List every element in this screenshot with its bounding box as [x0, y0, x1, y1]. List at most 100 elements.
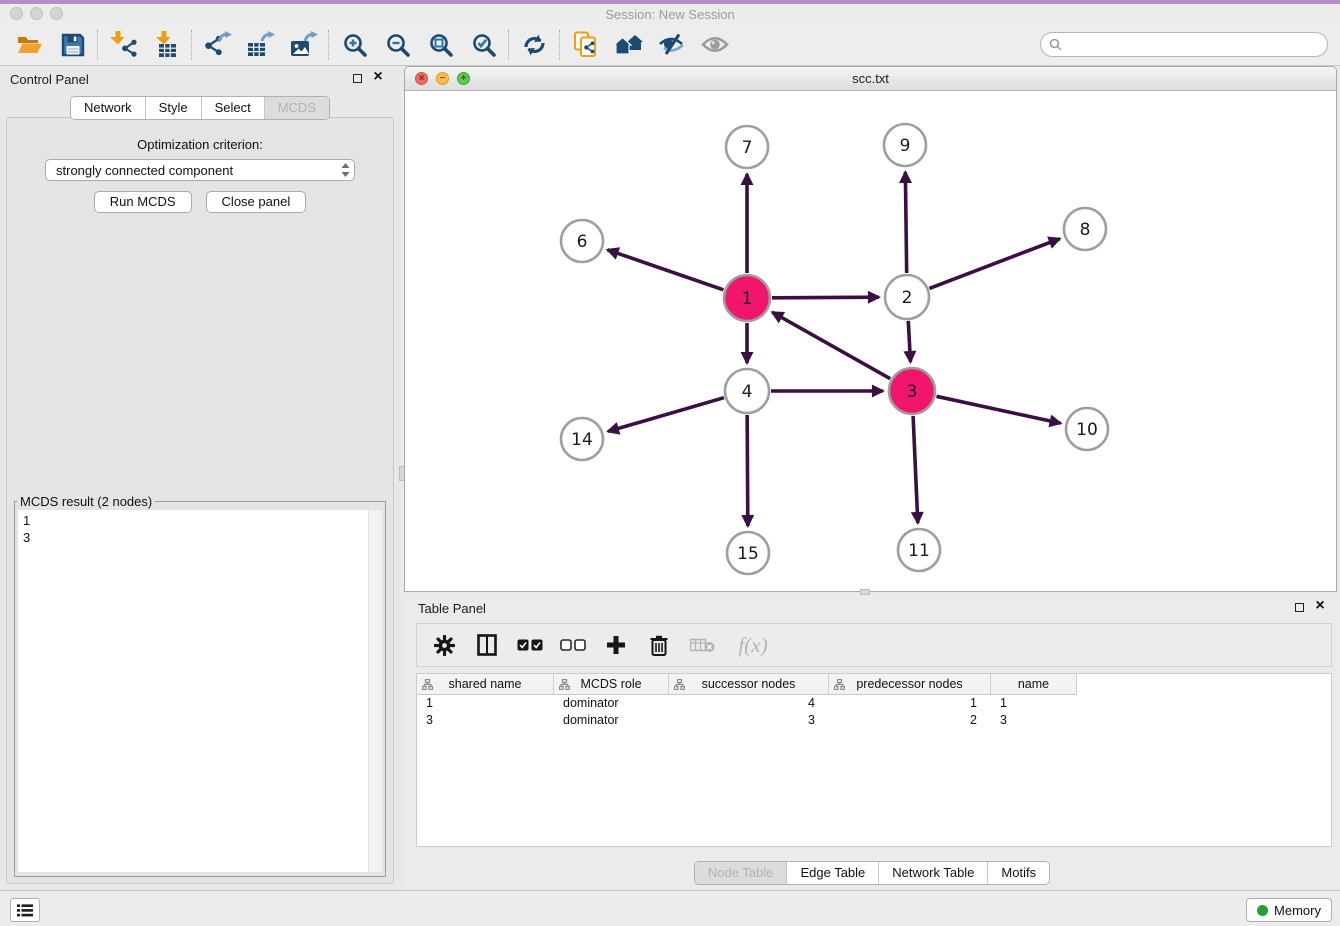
select-all-columns-button[interactable]: [517, 631, 543, 659]
deselect-all-columns-button[interactable]: [560, 631, 586, 659]
graph-node-label-4: 4: [742, 382, 753, 402]
mcds-result-title: MCDS result (2 nodes): [17, 494, 155, 509]
eye-disabled-icon: [701, 35, 729, 54]
import-table-icon: [153, 31, 181, 58]
save-session-button[interactable]: [51, 27, 94, 63]
window-title: Session: New Session: [0, 7, 1340, 22]
tab-node-table[interactable]: Node Table: [695, 862, 787, 884]
table-panel-tabs: Node Table Edge Table Network Table Moti…: [404, 861, 1340, 885]
plus-icon: [606, 635, 626, 655]
tab-motifs[interactable]: Motifs: [987, 862, 1049, 884]
export-image-button[interactable]: [282, 27, 325, 63]
show-all-button[interactable]: [693, 27, 736, 63]
table-cell: 1: [829, 696, 991, 710]
float-panel-button[interactable]: [353, 74, 362, 83]
split-panel-icon: [477, 634, 497, 656]
table-panel-header: Table Panel ×: [404, 595, 1340, 621]
task-history-button[interactable]: [10, 898, 40, 922]
network-window-titlebar: × − + scc.txt: [405, 67, 1336, 91]
application-window: Session: New Session: [0, 0, 1340, 926]
network-canvas[interactable]: 1234678910111415: [405, 91, 1336, 591]
open-session-button[interactable]: [8, 27, 51, 63]
zoom-out-icon: [385, 32, 411, 58]
memory-label: Memory: [1274, 903, 1321, 918]
graph-edge-2-9[interactable]: [905, 172, 906, 273]
graph-edge-3-10[interactable]: [936, 396, 1060, 423]
memory-status-icon: [1257, 905, 1268, 916]
mcds-result-text: 1 3: [23, 512, 30, 546]
export-network-button[interactable]: [196, 27, 239, 63]
result-scrollbar[interactable]: [368, 510, 382, 872]
table-cell: 1: [417, 696, 554, 710]
table-close-panel-button[interactable]: ×: [1312, 597, 1328, 615]
export-table-button[interactable]: [239, 27, 282, 63]
control-panel-title: Control Panel: [10, 72, 89, 87]
close-panel-pushbutton[interactable]: Close panel: [206, 191, 307, 213]
tab-style[interactable]: Style: [145, 97, 201, 119]
refresh-button[interactable]: [513, 27, 556, 63]
table-settings-button[interactable]: [431, 631, 457, 659]
run-mcds-button[interactable]: Run MCDS: [94, 191, 192, 213]
optimization-criterion-label: Optimization criterion:: [0, 137, 400, 152]
mcds-result-groupbox: MCDS result (2 nodes) 1 3: [14, 494, 386, 877]
zoom-out-button[interactable]: [376, 27, 419, 63]
graph-edge-3-11[interactable]: [913, 416, 918, 523]
tab-select[interactable]: Select: [201, 97, 264, 119]
table-body: 1dominator4113dominator323: [417, 695, 1331, 728]
tab-mcds[interactable]: MCDS: [264, 97, 329, 119]
tab-network-table[interactable]: Network Table: [878, 862, 987, 884]
column-header-shared-name[interactable]: shared name: [417, 674, 554, 695]
graph-edge-2-3[interactable]: [908, 321, 910, 362]
mcds-result-area[interactable]: 1 3: [18, 510, 382, 872]
graph-edge-1-6[interactable]: [608, 250, 724, 290]
graph-edge-3-1[interactable]: [772, 312, 890, 378]
toggle-panel-button[interactable]: [474, 631, 500, 659]
column-header-name[interactable]: name: [991, 674, 1077, 695]
search-field[interactable]: [1040, 32, 1328, 57]
graph-node-label-10: 10: [1076, 420, 1098, 440]
search-input[interactable]: [1067, 34, 1327, 56]
graph-edge-4-14[interactable]: [608, 398, 724, 432]
column-header-MCDS-role[interactable]: MCDS role: [554, 674, 669, 695]
graph-node-label-14: 14: [571, 430, 593, 450]
graph-edge-1-2[interactable]: [772, 297, 879, 298]
import-network-button[interactable]: [102, 27, 145, 63]
delete-column-button[interactable]: [646, 631, 672, 659]
graph-node-label-7: 7: [742, 138, 753, 158]
graph-edge-4-15[interactable]: [747, 415, 748, 526]
delete-table-button[interactable]: [689, 631, 715, 659]
table-row[interactable]: 1dominator411: [417, 695, 1331, 712]
zoom-in-button[interactable]: [333, 27, 376, 63]
select-first-neighbors-button[interactable]: [607, 27, 650, 63]
zoom-fit-button[interactable]: [419, 27, 462, 63]
table-header-row: shared name MCDS role successor nodes prede…: [417, 674, 1331, 695]
function-builder-button[interactable]: f(x): [732, 631, 774, 659]
tab-edge-table[interactable]: Edge Table: [786, 862, 878, 884]
hide-selected-button[interactable]: [650, 27, 693, 63]
close-panel-button[interactable]: ×: [370, 68, 386, 86]
table-row[interactable]: 3dominator323: [417, 712, 1331, 729]
column-header-label: predecessor nodes: [856, 677, 962, 691]
column-header-label: successor nodes: [702, 677, 796, 691]
toolbar-separator: [97, 30, 99, 60]
memory-button[interactable]: Memory: [1246, 898, 1332, 922]
status-bar: Memory: [0, 890, 1340, 926]
optimization-criterion-dropdown[interactable]: strongly connected component: [45, 159, 355, 181]
graph-node-label-6: 6: [577, 232, 588, 252]
column-header-successor-nodes[interactable]: successor nodes: [669, 674, 829, 695]
export-network-icon: [204, 31, 232, 58]
graph-node-label-15: 15: [737, 544, 759, 564]
graph-edge-2-8[interactable]: [929, 239, 1059, 289]
import-table-button[interactable]: [145, 27, 188, 63]
refresh-icon: [522, 33, 547, 57]
zoom-selected-button[interactable]: [462, 27, 505, 63]
toolbar-separator: [508, 30, 510, 60]
node-table: shared name MCDS role successor nodes prede…: [416, 673, 1332, 847]
column-header-predecessor-nodes[interactable]: predecessor nodes: [829, 674, 991, 695]
column-header-label: MCDS role: [580, 677, 641, 691]
add-column-button[interactable]: [603, 631, 629, 659]
table-float-panel-button[interactable]: [1295, 603, 1304, 612]
tab-network[interactable]: Network: [71, 97, 145, 119]
clone-network-button[interactable]: [564, 27, 607, 63]
toolbar-separator: [191, 30, 193, 60]
